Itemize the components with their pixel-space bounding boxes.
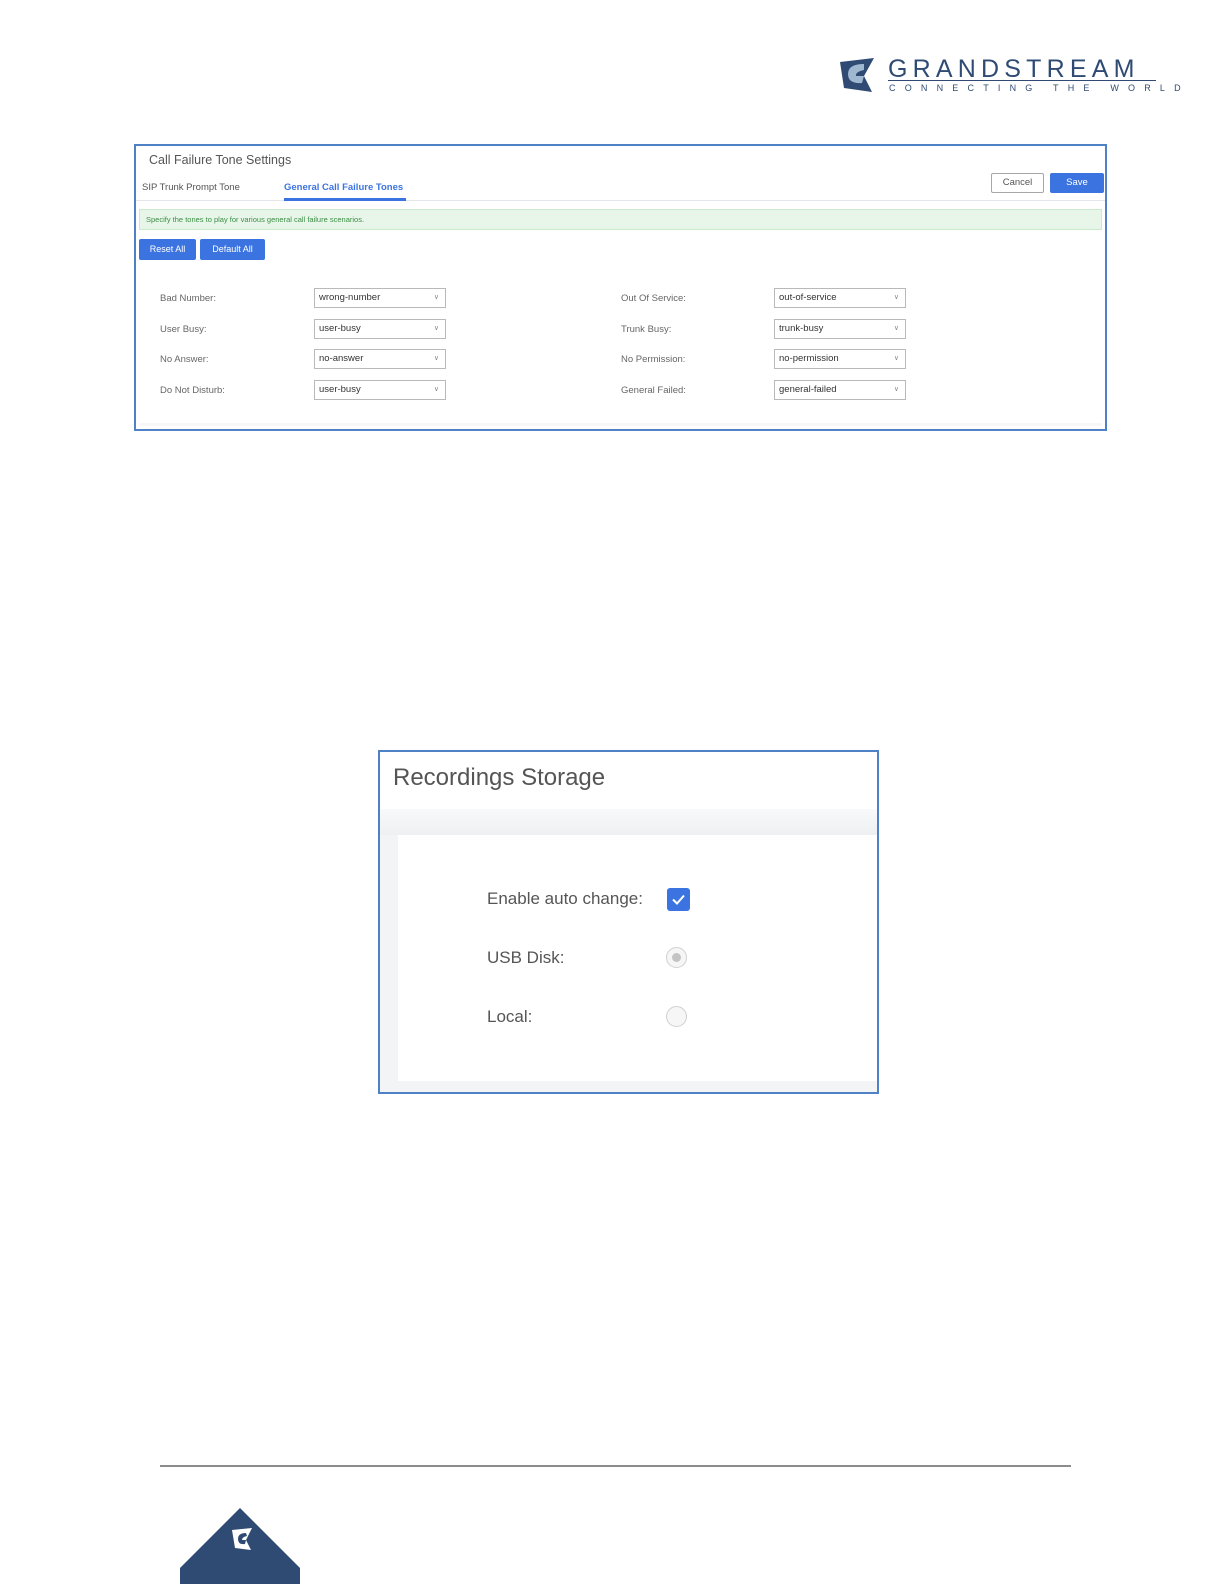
info-notice: Specify the tones to play for various ge… bbox=[139, 209, 1102, 230]
usb-disk-label: USB Disk: bbox=[487, 948, 565, 967]
enable-auto-change-checkbox[interactable] bbox=[667, 888, 690, 911]
chevron-down-icon: ∨ bbox=[893, 294, 899, 301]
active-tab-indicator bbox=[284, 198, 406, 201]
bad-number-label: Bad Number: bbox=[160, 293, 216, 304]
no-answer-select[interactable]: no-answer ∨ bbox=[314, 349, 446, 369]
out-of-service-select[interactable]: out-of-service ∨ bbox=[774, 288, 906, 308]
general-failed-value: general-failed bbox=[779, 384, 837, 395]
grandstream-footer-logo-icon bbox=[180, 1508, 300, 1584]
no-answer-label: No Answer: bbox=[160, 354, 209, 365]
enable-auto-change-label: Enable auto change: bbox=[487, 889, 643, 908]
chevron-down-icon: ∨ bbox=[893, 386, 899, 393]
reset-all-button[interactable]: Reset All bbox=[139, 239, 196, 260]
grandstream-logo-icon bbox=[840, 58, 874, 92]
out-of-service-label: Out Of Service: bbox=[621, 293, 686, 304]
out-of-service-value: out-of-service bbox=[779, 292, 837, 303]
general-failed-select[interactable]: general-failed ∨ bbox=[774, 380, 906, 400]
chevron-down-icon: ∨ bbox=[433, 386, 439, 393]
no-permission-label: No Permission: bbox=[621, 354, 686, 365]
radio-selected-dot bbox=[672, 953, 681, 962]
footer-divider bbox=[160, 1465, 1071, 1467]
no-permission-value: no-permission bbox=[779, 353, 839, 364]
chevron-down-icon: ∨ bbox=[893, 355, 899, 362]
usb-disk-radio[interactable] bbox=[666, 947, 687, 968]
logo-tagline: CONNECTING THE WORLD bbox=[889, 83, 1190, 93]
chevron-down-icon: ∨ bbox=[433, 355, 439, 362]
tab-sip-trunk-prompt-tone[interactable]: SIP Trunk Prompt Tone bbox=[142, 182, 240, 193]
tone-form: Bad Number: wrong-number ∨ Out Of Servic… bbox=[139, 267, 1102, 423]
local-radio[interactable] bbox=[666, 1006, 687, 1027]
do-not-disturb-label: Do Not Disturb: bbox=[160, 385, 225, 396]
panel-bottom-band bbox=[380, 1081, 877, 1092]
do-not-disturb-select[interactable]: user-busy ∨ bbox=[314, 380, 446, 400]
do-not-disturb-value: user-busy bbox=[319, 384, 361, 395]
user-busy-select[interactable]: user-busy ∨ bbox=[314, 319, 446, 339]
grandstream-logo: GRANDSTREAM CONNECTING THE WORLD bbox=[834, 52, 1181, 100]
tab-bar: SIP Trunk Prompt Tone General Call Failu… bbox=[136, 180, 1105, 201]
no-permission-select[interactable]: no-permission ∨ bbox=[774, 349, 906, 369]
chevron-down-icon: ∨ bbox=[433, 294, 439, 301]
recordings-storage-panel: Recordings Storage Enable auto change: U… bbox=[378, 750, 879, 1094]
bad-number-select[interactable]: wrong-number ∨ bbox=[314, 288, 446, 308]
bad-number-value: wrong-number bbox=[319, 292, 381, 303]
trunk-busy-value: trunk-busy bbox=[779, 323, 824, 334]
panel-title: Call Failure Tone Settings bbox=[149, 153, 292, 167]
tone-form-area: Bad Number: wrong-number ∨ Out Of Servic… bbox=[139, 267, 1102, 426]
cancel-button[interactable]: Cancel bbox=[991, 173, 1044, 193]
call-failure-tone-settings-panel: Call Failure Tone Settings SIP Trunk Pro… bbox=[134, 144, 1107, 431]
logo-rule bbox=[888, 80, 1156, 81]
trunk-busy-label: Trunk Busy: bbox=[621, 324, 672, 335]
save-button[interactable]: Save bbox=[1050, 173, 1104, 193]
user-busy-value: user-busy bbox=[319, 323, 361, 334]
general-failed-label: General Failed: bbox=[621, 385, 686, 396]
panel-header-band bbox=[380, 809, 877, 835]
panel-side-band bbox=[380, 835, 398, 1081]
default-all-button[interactable]: Default All bbox=[200, 239, 265, 260]
no-answer-value: no-answer bbox=[319, 353, 364, 364]
trunk-busy-select[interactable]: trunk-busy ∨ bbox=[774, 319, 906, 339]
tab-general-call-failure-tones[interactable]: General Call Failure Tones bbox=[284, 182, 403, 193]
local-label: Local: bbox=[487, 1007, 533, 1026]
checkmark-icon bbox=[672, 894, 685, 905]
panel-title: Recordings Storage bbox=[393, 764, 606, 791]
user-busy-label: User Busy: bbox=[160, 324, 207, 335]
chevron-down-icon: ∨ bbox=[433, 325, 439, 332]
chevron-down-icon: ∨ bbox=[893, 325, 899, 332]
